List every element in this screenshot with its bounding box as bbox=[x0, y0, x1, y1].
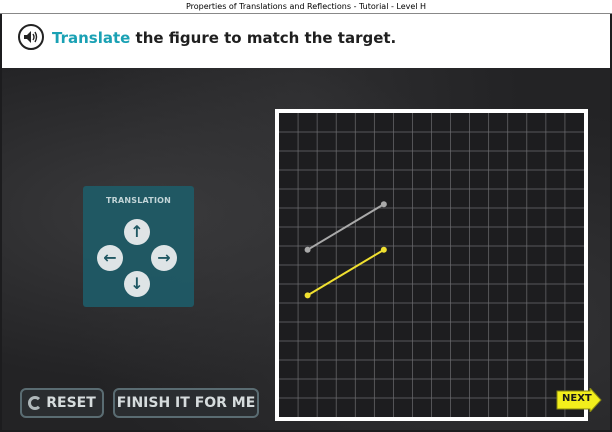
finish-it-for-me-button[interactable]: FINISH IT FOR ME bbox=[113, 388, 259, 418]
target-endpoint bbox=[380, 201, 387, 208]
target-endpoint bbox=[304, 246, 311, 253]
instruction-keyword: Translate bbox=[52, 29, 131, 47]
reset-label: RESET bbox=[46, 395, 96, 411]
instruction-rest: the figure to match the target. bbox=[130, 29, 397, 47]
translation-panel: TRANSLATION ↑ ← → ↓ bbox=[83, 186, 194, 307]
window-title: Properties of Translations and Reflectio… bbox=[0, 0, 612, 14]
finish-label: FINISH IT FOR ME bbox=[116, 395, 256, 411]
arrow-down-button[interactable]: ↓ bbox=[124, 271, 150, 297]
arrow-up-button[interactable]: ↑ bbox=[124, 219, 150, 245]
translation-title: TRANSLATION bbox=[105, 196, 172, 205]
arrow-left-button[interactable]: ← bbox=[97, 245, 123, 271]
arrow-right-button[interactable]: → bbox=[151, 245, 177, 271]
instruction-bar: Translate the figure to match the target… bbox=[2, 14, 610, 68]
coordinate-grid[interactable] bbox=[275, 109, 588, 421]
figure-endpoint[interactable] bbox=[380, 246, 387, 253]
speaker-button[interactable] bbox=[18, 24, 44, 50]
refresh-icon bbox=[28, 396, 43, 410]
figure-endpoint[interactable] bbox=[304, 292, 311, 299]
next-label: NEXT bbox=[562, 393, 592, 404]
instruction-text: Translate the figure to match the target… bbox=[52, 29, 396, 47]
next-button[interactable]: NEXT bbox=[556, 386, 602, 414]
grid-canvas bbox=[279, 113, 584, 417]
speaker-icon bbox=[24, 31, 38, 43]
reset-button[interactable]: RESET bbox=[20, 388, 104, 418]
